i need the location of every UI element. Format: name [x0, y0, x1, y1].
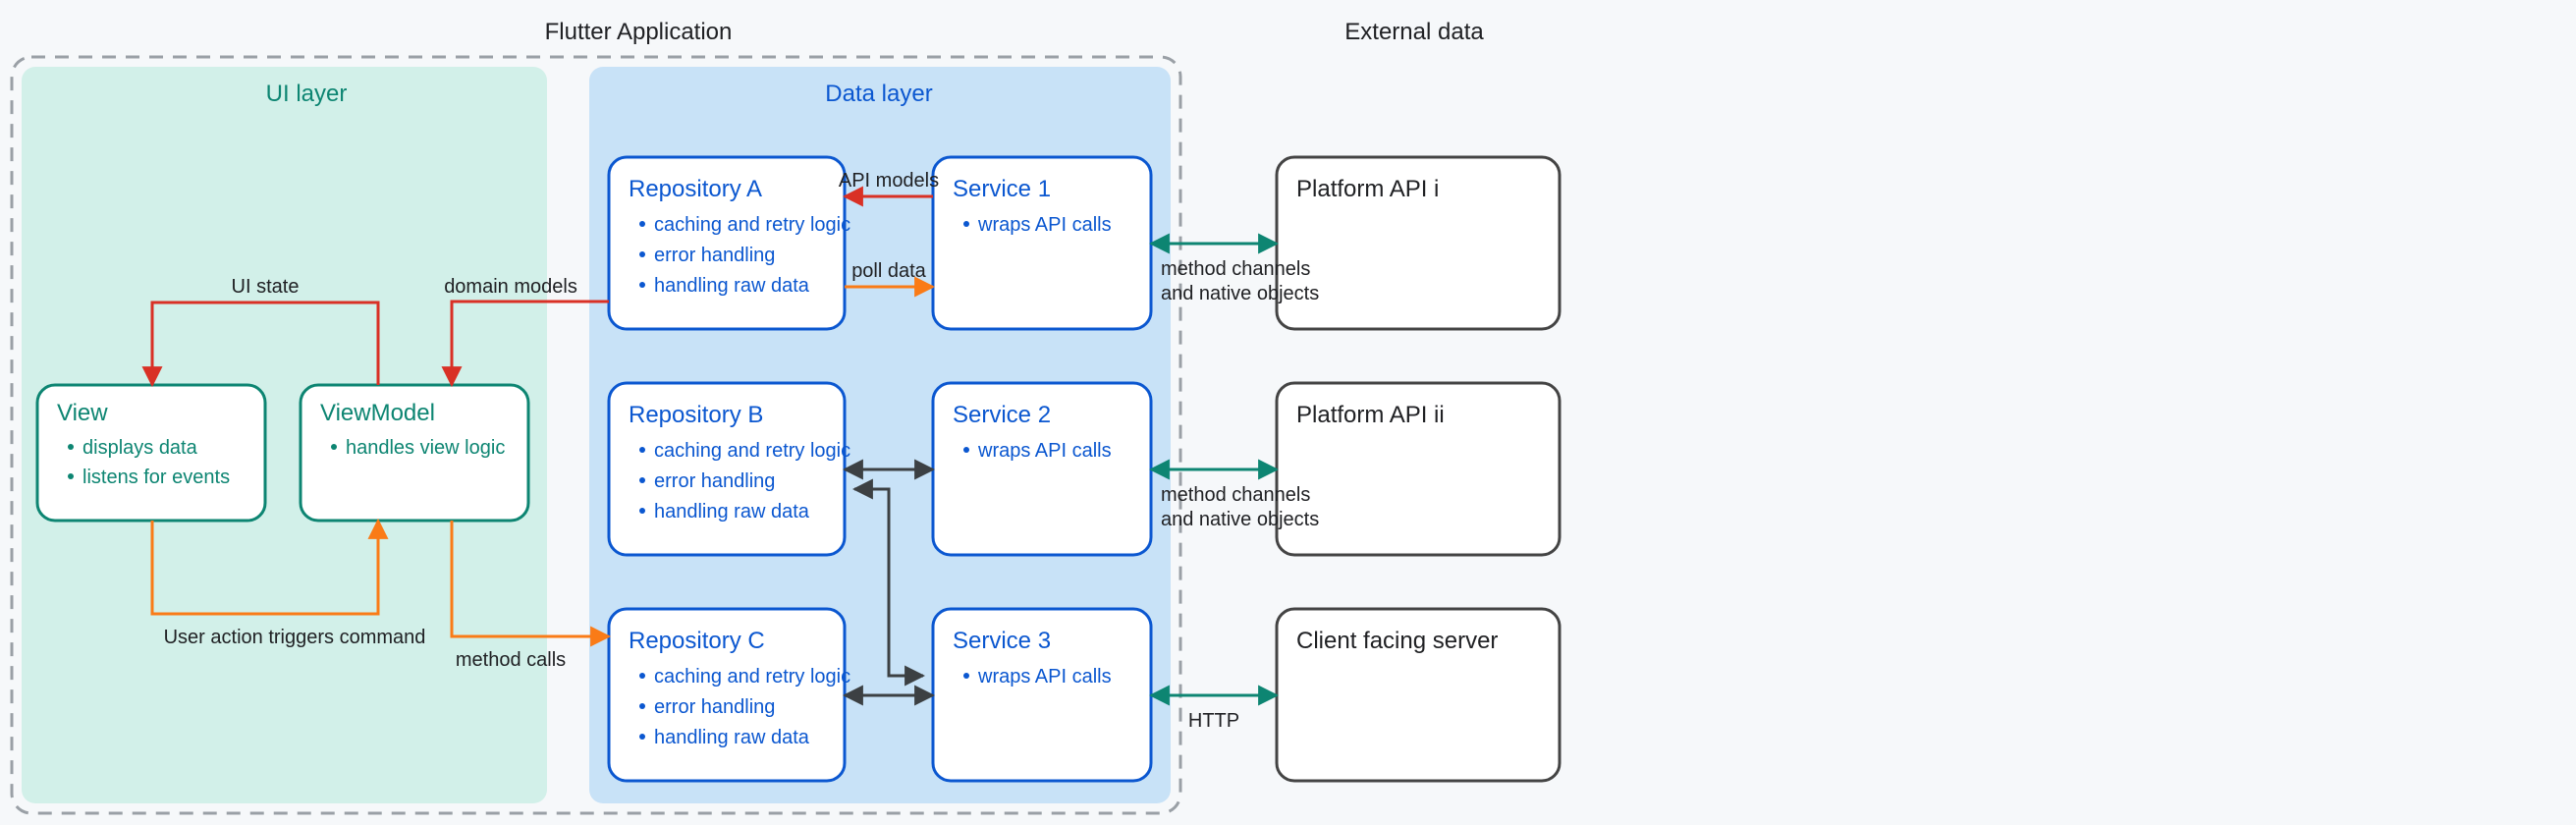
- repo-a-b1: error handling: [654, 245, 775, 266]
- repo-c-b1: error handling: [654, 696, 775, 718]
- repo-c-title: Repository C: [629, 628, 765, 654]
- svc-1-box: Service 1 wraps API calls: [933, 157, 1151, 329]
- ext-1-title: Platform API ii: [1296, 402, 1445, 428]
- repo-b-b0: caching and retry logic: [654, 440, 850, 462]
- label-method-calls: method calls: [456, 649, 566, 671]
- svc-2-box: Service 2 wraps API calls: [933, 383, 1151, 555]
- ext-2-box: Client facing server: [1277, 609, 1560, 781]
- viewmodel-bullet-0: handles view logic: [346, 437, 505, 459]
- view-bullet-1: listens for events: [82, 467, 230, 488]
- svc-2-title: Service 2: [953, 402, 1051, 428]
- repo-a-b0: caching and retry logic: [654, 214, 850, 236]
- repo-b-b2: handling raw data: [654, 501, 810, 522]
- svc-3-b0: wraps API calls: [977, 666, 1112, 688]
- repo-c-b0: caching and retry logic: [654, 666, 850, 688]
- data-layer-title: Data layer: [825, 81, 932, 107]
- svc-3-box: Service 3 wraps API calls: [933, 609, 1151, 781]
- label-api-models: API models: [839, 170, 939, 192]
- repo-a-title: Repository A: [629, 176, 762, 202]
- view-box: View displays data listens for events: [37, 385, 265, 521]
- ext-2-title: Client facing server: [1296, 628, 1498, 654]
- repo-b-box: Repository B caching and retry logic err…: [609, 383, 850, 555]
- repo-a-b2: handling raw data: [654, 275, 810, 297]
- svc-2-b0: wraps API calls: [977, 440, 1112, 462]
- repo-b-title: Repository B: [629, 402, 763, 428]
- repo-c-box: Repository C caching and retry logic err…: [609, 609, 850, 781]
- svc-1-title: Service 1: [953, 176, 1051, 202]
- label-ext1-l2: and native objects: [1161, 509, 1319, 530]
- view-bullet-0: displays data: [82, 437, 198, 459]
- label-ext0-l2: and native objects: [1161, 283, 1319, 304]
- viewmodel-box: ViewModel handles view logic: [301, 385, 528, 521]
- label-ext2-l1: HTTP: [1188, 710, 1239, 732]
- label-poll-data: poll data: [851, 260, 926, 282]
- architecture-diagram: Flutter Application External data UI lay…: [0, 0, 2576, 825]
- repo-c-b2: handling raw data: [654, 727, 810, 748]
- label-domain-models: domain models: [444, 276, 577, 298]
- view-title: View: [57, 400, 108, 426]
- label-ui-state: UI state: [232, 276, 300, 298]
- label-ext1-l1: method channels: [1161, 484, 1310, 506]
- repo-b-b1: error handling: [654, 470, 775, 492]
- app-title: Flutter Application: [545, 19, 733, 45]
- ext-0-title: Platform API i: [1296, 176, 1439, 202]
- repo-a-box: Repository A caching and retry logic err…: [609, 157, 850, 329]
- label-ext0-l1: method channels: [1161, 258, 1310, 280]
- ui-layer-title: UI layer: [266, 81, 348, 107]
- svc-1-b0: wraps API calls: [977, 214, 1112, 236]
- svc-3-title: Service 3: [953, 628, 1051, 654]
- external-title: External data: [1344, 19, 1484, 45]
- label-user-action: User action triggers command: [164, 627, 426, 648]
- viewmodel-title: ViewModel: [320, 400, 435, 426]
